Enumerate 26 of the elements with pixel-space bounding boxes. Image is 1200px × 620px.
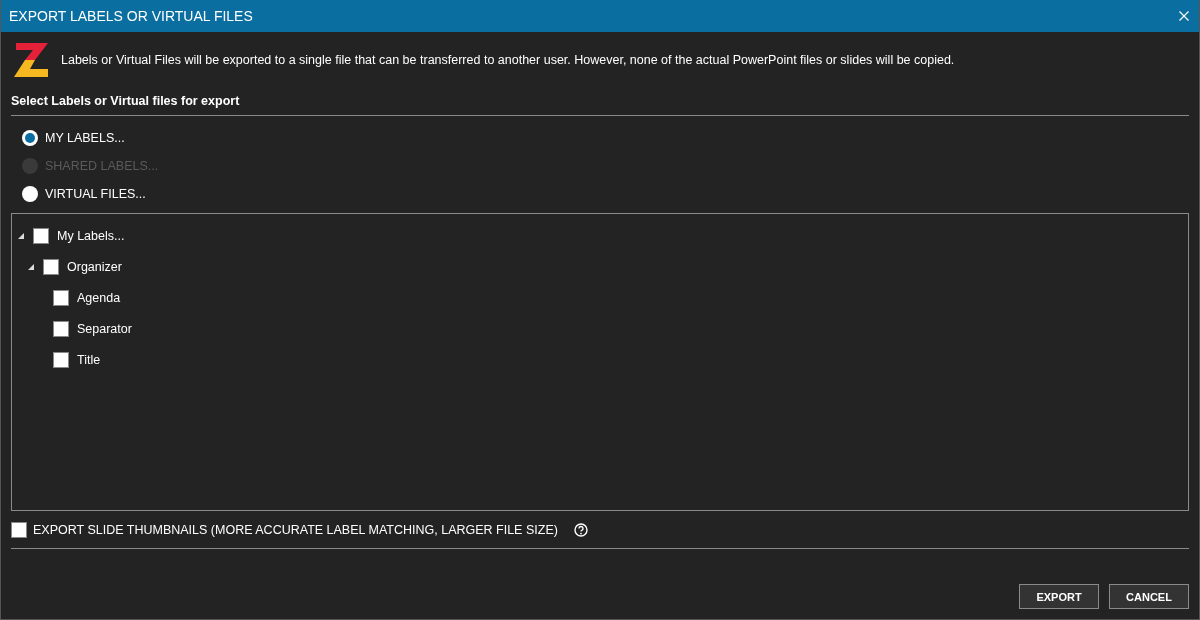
- tree-item-label[interactable]: Agenda: [77, 290, 121, 305]
- tree-checkbox[interactable]: [43, 258, 59, 275]
- window-title: EXPORT LABELS OR VIRTUAL FILES: [9, 8, 253, 24]
- tree-item-label[interactable]: Title: [77, 352, 101, 367]
- tree-item-label[interactable]: Organizer: [67, 259, 122, 274]
- tree-item-label[interactable]: Separator: [77, 321, 132, 336]
- radio-button[interactable]: [21, 185, 39, 203]
- expanded-triangle-icon[interactable]: [17, 231, 25, 240]
- dialog-button[interactable]: EXPORT: [1019, 584, 1099, 609]
- logo-icon: [13, 41, 49, 79]
- tree-item-label[interactable]: My Labels...: [57, 228, 125, 243]
- checkbox[interactable]: [11, 522, 27, 538]
- radio-button[interactable]: [21, 129, 39, 147]
- radio-option[interactable]: VIRTUAL FILES...: [21, 185, 1189, 203]
- tree-checkbox[interactable]: [53, 320, 69, 337]
- checkbox-label[interactable]: EXPORT SLIDE THUMBNAILS (MORE ACCURATE LABEL MATCHING, LARGER FILE SIZE): [33, 523, 558, 537]
- description-text: Labels or Virtual Files will be exported to a single file that can be transferred to another user. However, none of the actual PowerPoint files or slides will be copied.: [61, 53, 955, 67]
- help-icon[interactable]: [573, 523, 588, 537]
- dialog-button[interactable]: CANCEL: [1109, 584, 1189, 609]
- close-icon[interactable]: [1179, 11, 1189, 21]
- section-heading: Select Labels or Virtual files for export: [11, 94, 1189, 116]
- tree-checkbox[interactable]: [53, 351, 69, 368]
- tree-checkbox[interactable]: [33, 227, 49, 244]
- expanded-triangle-icon[interactable]: [27, 262, 35, 271]
- radio-option[interactable]: MY LABELS...: [21, 129, 1189, 147]
- tree-checkbox[interactable]: [53, 289, 69, 306]
